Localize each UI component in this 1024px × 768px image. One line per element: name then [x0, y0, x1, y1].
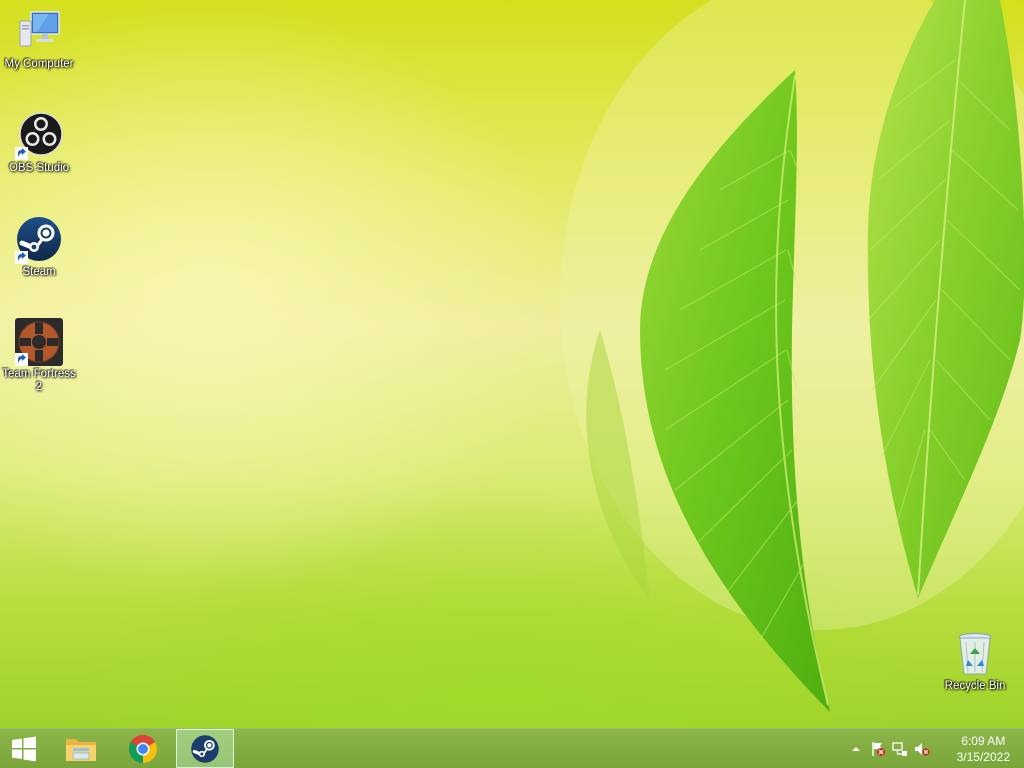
- shortcut-arrow-icon: [15, 353, 28, 366]
- steam-icon: [15, 216, 63, 264]
- desktop-icon-my-computer[interactable]: My Computer: [0, 8, 78, 71]
- system-tray: 6:09 AM 3/15/2022: [844, 729, 1024, 768]
- wallpaper-leaves: [560, 0, 1024, 712]
- desktop-icon-label: My Computer: [4, 58, 74, 70]
- team-fortress-2-icon: [15, 318, 63, 366]
- folder-icon: [66, 738, 96, 761]
- taskbar-chrome-button[interactable]: [114, 729, 172, 768]
- desktop-icon-steam[interactable]: Steam: [0, 216, 78, 279]
- chrome-icon: [129, 734, 157, 763]
- taskbar-clock[interactable]: 6:09 AM 3/15/2022: [957, 733, 1010, 765]
- computer-icon: [15, 8, 63, 56]
- taskbar: 6:09 AM 3/15/2022: [0, 728, 1024, 768]
- shortcut-arrow-icon: [15, 251, 28, 264]
- shortcut-arrow-icon: [15, 147, 28, 160]
- taskbar-steam-button[interactable]: [176, 729, 234, 768]
- desktop-icon-label: Team Fortress 2: [2, 368, 76, 393]
- clock-time: 6:09 AM: [961, 734, 1006, 748]
- desktop-icon-obs-studio[interactable]: OBS Studio: [0, 112, 78, 175]
- desktop[interactable]: My Computer OBS Studio Steam Team Fortre…: [0, 0, 1024, 728]
- taskbar-file-explorer-button[interactable]: [52, 729, 110, 768]
- desktop-icon-recycle-bin[interactable]: Recycle Bin: [936, 630, 1014, 693]
- desktop-icon-label: OBS Studio: [8, 162, 70, 174]
- clock-date: 3/15/2022: [956, 750, 1010, 764]
- obs-studio-icon: [15, 112, 63, 160]
- action-center-flag-icon[interactable]: [870, 741, 886, 757]
- windows-logo-icon: [12, 736, 36, 761]
- start-button[interactable]: [0, 729, 48, 768]
- desktop-icon-label: Steam: [22, 266, 56, 278]
- network-icon[interactable]: [892, 741, 908, 757]
- desktop-icon-label: Recycle Bin: [944, 680, 1006, 692]
- recycle-bin-icon: [951, 630, 999, 678]
- desktop-icon-team-fortress-2[interactable]: Team Fortress 2: [0, 318, 78, 394]
- volume-muted-icon[interactable]: [914, 741, 930, 757]
- steam-icon: [191, 734, 219, 763]
- show-hidden-icons-chevron-icon[interactable]: [848, 741, 864, 757]
